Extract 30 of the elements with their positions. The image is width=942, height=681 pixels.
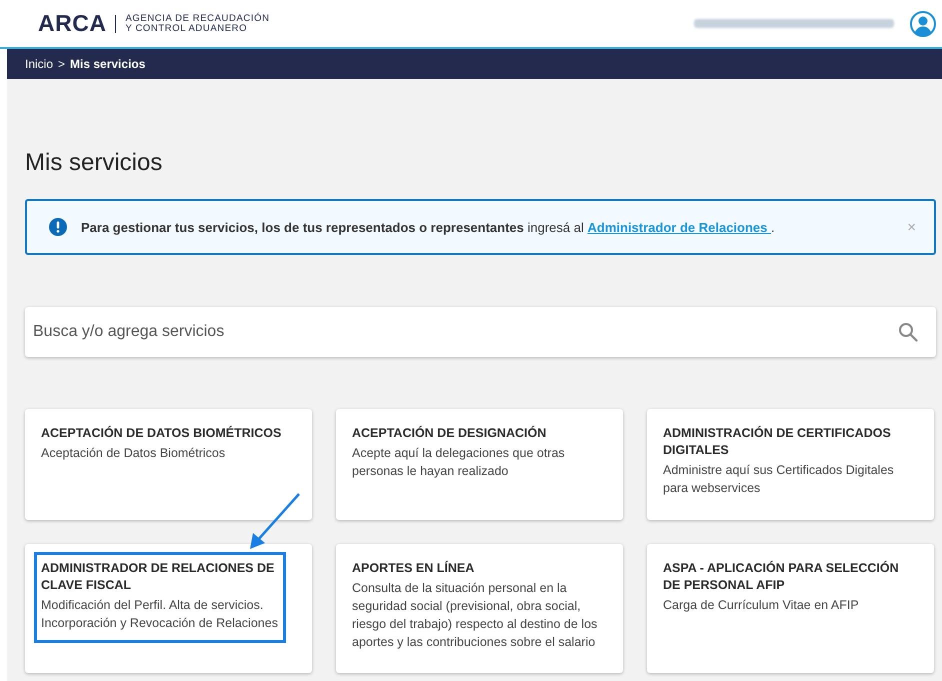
agency-name-line: AGENCIA DE RECAUDACIÓN [125,14,270,24]
service-card[interactable]: ASPA - APLICACIÓN PARA SELECCIÓN DE PERSONAL AFIP Carga de Currículum Vitae en AFIP [647,544,934,673]
service-title: ASPA - APLICACIÓN PARA SELECCIÓN DE PERSONAL AFIP [663,560,900,594]
search-field[interactable]: Busca y/o agrega servicios [25,307,936,357]
service-title: ACEPTACIÓN DE DESIGNACIÓN [352,425,548,442]
service-description: Consulta de la situación personal en la seguridad social (previsional, obra social, riesgo del trabajo) respecto al destino de los aportes y las contribuciones sobre el salario [352,580,598,651]
breadcrumb-separator: > [58,57,66,71]
service-title: ACEPTACIÓN DE DATOS BIOMÉTRICOS [41,425,282,442]
service-card[interactable]: ACEPTACIÓN DE DESIGNACIÓN Acepte aquí la delegaciones que otras personas le hayan realizado [336,409,623,520]
service-title: APORTES EN LÍNEA [352,560,476,577]
service-title: ADMINISTRADOR DE RELACIONES DE CLAVE FISCAL [41,560,276,594]
service-description: Administre aquí sus Certificados Digitales para webservices [663,462,895,497]
service-description: Aceptación de Datos Biométricos [41,445,226,462]
logo-text: ARCA [38,10,106,37]
service-description: Modificación del Perfil. Alta de servicios. Incorporación y Revocación de Relaciones [41,597,279,632]
exclamation-icon [49,218,67,236]
service-card[interactable]: ACEPTACIÓN DE DATOS BIOMÉTRICOS Aceptación de Datos Biométricos [25,409,312,520]
service-title: ADMINISTRACIÓN DE CERTIFICADOS DIGITALES [663,425,892,459]
service-card[interactable]: APORTES EN LÍNEA Consulta de la situación personal en la seguridad social (previsional, obra social, riesgo del trabajo) respecto al destino de los aportes y las contribuciones sobre el salario [336,544,623,673]
page-title: Mis servicios [25,149,164,177]
breadcrumb-link[interactable]: Inicio [25,57,54,71]
service-card[interactable]: ADMINISTRACIÓN DE CERTIFICADOS DIGITALES Administre aquí sus Certificados Digitales para webservices [647,409,934,520]
search-icon[interactable] [898,322,918,342]
pointer-arrow [247,491,303,551]
service-description: Carga de Currículum Vitae en AFIP [663,597,860,614]
service-card[interactable]: ADMINISTRADOR DE RELACIONES DE CLAVE FISCAL Modificación del Perfil. Alta de servicios. Incorporación y Revocación de Relaciones [25,544,312,673]
agency-name-line: Y CONTROL ADUANERO [125,24,248,34]
service-description: Acepte aquí la delegaciones que otras personas le hayan realizado [352,445,566,480]
user-icon[interactable] [910,10,936,36]
alert-message: Para gestionar tus servicios, los de tus representados o representantes ingresá al Administrador de Relaciones . [81,220,776,234]
